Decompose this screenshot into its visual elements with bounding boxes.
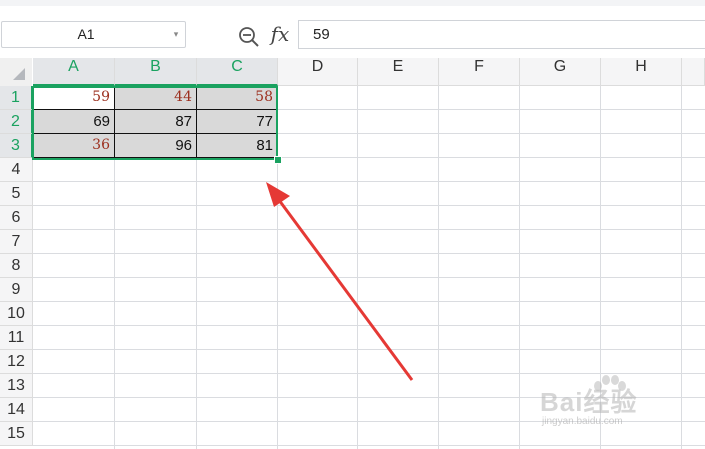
column-gridline xyxy=(357,86,358,449)
row-header-9[interactable]: 9 xyxy=(0,278,33,302)
row-gridline xyxy=(33,421,705,422)
row-gridline xyxy=(33,397,705,398)
row-header-2[interactable]: 2 xyxy=(0,110,33,134)
row-gridline xyxy=(33,301,705,302)
column-gridline xyxy=(681,86,682,449)
cell-c2[interactable]: 77 xyxy=(197,110,278,134)
row-gridline xyxy=(33,325,705,326)
row-header-7[interactable]: 7 xyxy=(0,230,33,254)
cell-b1[interactable]: 44 xyxy=(115,86,197,110)
fill-handle[interactable] xyxy=(274,156,282,164)
row-header-3[interactable]: 3 xyxy=(0,134,33,158)
row-header-10[interactable]: 10 xyxy=(0,302,33,326)
formula-bar: A1 ▾ fx 59 xyxy=(0,6,705,58)
column-header-g[interactable]: G xyxy=(520,58,601,86)
cell-c3[interactable]: 81 xyxy=(197,134,278,158)
row-gridline xyxy=(33,445,705,446)
select-all-icon xyxy=(13,68,25,80)
zoom-icon[interactable] xyxy=(238,26,260,48)
cell-a3[interactable]: 36 xyxy=(33,134,115,158)
column-header-filler xyxy=(682,58,705,86)
row-header-1[interactable]: 1 xyxy=(0,86,33,110)
formula-input[interactable]: 59 xyxy=(298,20,705,49)
column-header-a[interactable]: A xyxy=(33,58,115,86)
row-header-6[interactable]: 6 xyxy=(0,206,33,230)
name-box-value: A1 xyxy=(77,26,95,42)
column-gridline xyxy=(438,86,439,449)
row-gridline xyxy=(33,253,705,254)
column-header-h[interactable]: H xyxy=(601,58,682,86)
chevron-down-icon[interactable]: ▾ xyxy=(169,22,183,47)
select-all-corner[interactable] xyxy=(0,58,32,86)
column-header-d[interactable]: D xyxy=(278,58,358,86)
fx-icon[interactable]: fx xyxy=(268,22,292,50)
column-gridline xyxy=(600,86,601,449)
column-header-e[interactable]: E xyxy=(358,58,439,86)
cell-a1[interactable]: 59 xyxy=(33,86,115,110)
spreadsheet-app: A1 ▾ fx 59 ABCDEFGH 1 2 3 4 5 6 7 8 9 10 11 12 13 14 1… xyxy=(0,0,705,449)
row-header-15[interactable]: 15 xyxy=(0,422,33,446)
cell-b3[interactable]: 96 xyxy=(115,134,197,158)
row-gridline xyxy=(33,205,705,206)
row-gridline xyxy=(33,373,705,374)
row-header-4[interactable]: 4 xyxy=(0,158,33,182)
name-box[interactable]: A1 ▾ xyxy=(1,21,186,48)
row-gridline xyxy=(33,181,705,182)
column-header-c[interactable]: C xyxy=(197,58,278,86)
column-gridline xyxy=(519,86,520,449)
cell-b2[interactable]: 87 xyxy=(115,110,197,134)
row-header-5[interactable]: 5 xyxy=(0,182,33,206)
row-gridline xyxy=(33,349,705,350)
row-header-13[interactable]: 13 xyxy=(0,374,33,398)
row-header-14[interactable]: 14 xyxy=(0,398,33,422)
cell-c1[interactable]: 58 xyxy=(197,86,278,110)
worksheet-grid[interactable]: ABCDEFGH 1 2 3 4 5 6 7 8 9 10 11 12 13 14 15 59 44 58 69 8… xyxy=(0,58,705,449)
row-gridline xyxy=(33,277,705,278)
cell-a2[interactable]: 69 xyxy=(33,110,115,134)
row-header-12[interactable]: 12 xyxy=(0,350,33,374)
row-gridline xyxy=(33,229,705,230)
row-header-11[interactable]: 11 xyxy=(0,326,33,350)
column-header-f[interactable]: F xyxy=(439,58,520,86)
row-header-8[interactable]: 8 xyxy=(0,254,33,278)
column-header-b[interactable]: B xyxy=(115,58,197,86)
